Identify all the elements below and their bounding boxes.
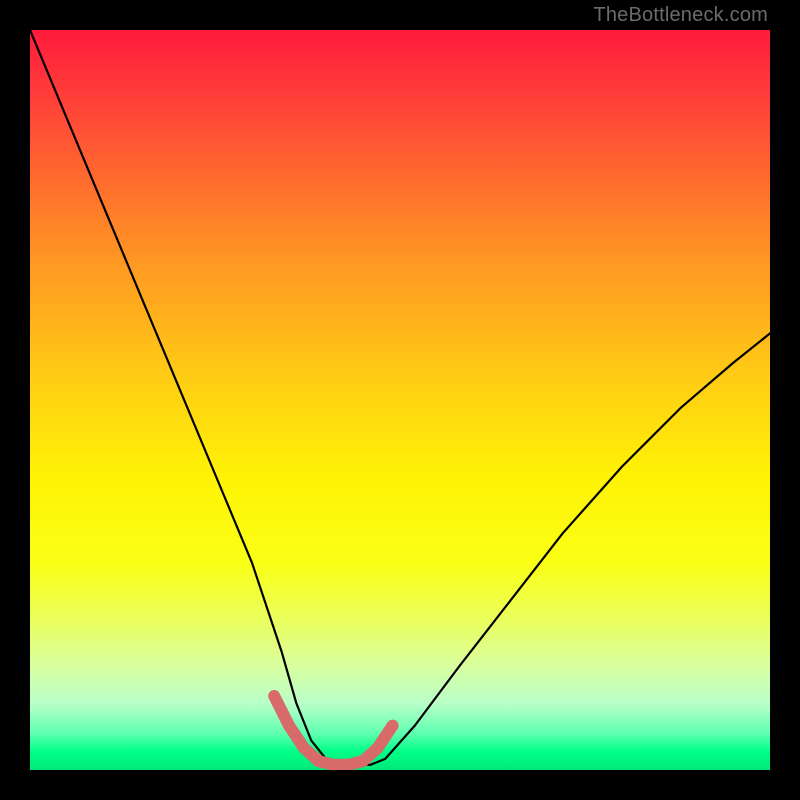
chart-frame: TheBottleneck.com — [0, 0, 800, 800]
plot-area — [30, 30, 770, 770]
flat-region-overlay-path — [274, 696, 392, 765]
curve-svg — [30, 30, 770, 770]
bottleneck-curve-path — [30, 30, 770, 765]
watermark-text: TheBottleneck.com — [593, 4, 768, 27]
